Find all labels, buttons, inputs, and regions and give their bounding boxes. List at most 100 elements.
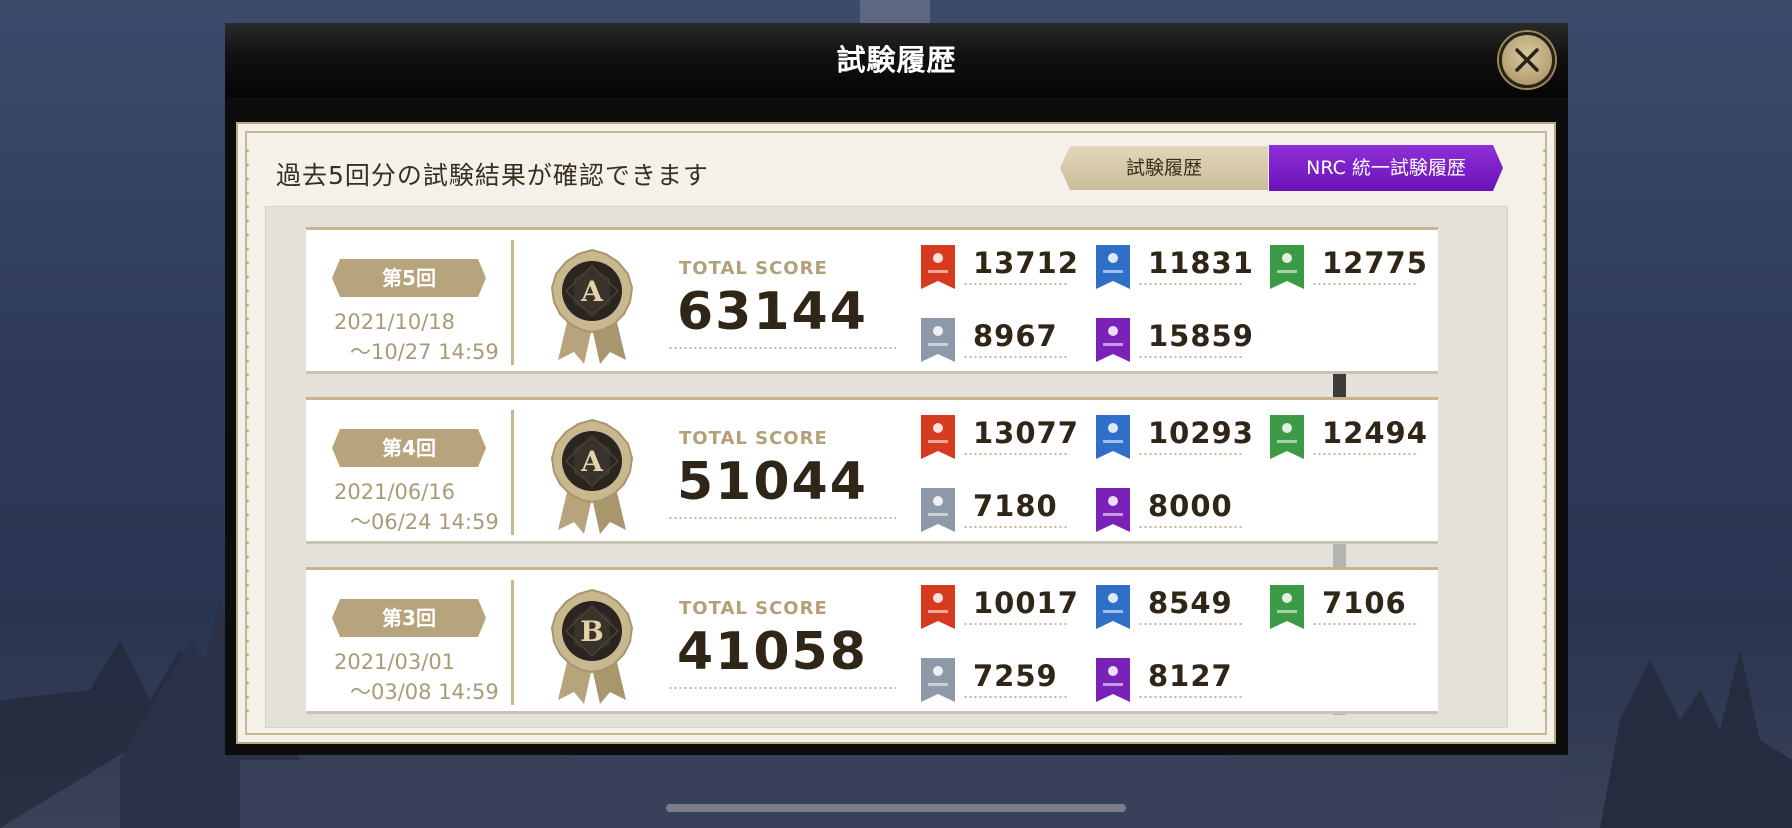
fire-test-flag-icon (921, 245, 955, 289)
subject-score-value: 12494 (1322, 416, 1428, 450)
exam-date-end: 〜06/24 14:59 (350, 510, 499, 534)
subject-score-value: 12775 (1322, 246, 1428, 280)
exam-date-start: 2021/06/16 (334, 480, 456, 504)
subject-score-value: 7106 (1322, 586, 1407, 620)
subject-score: 12494 (1270, 413, 1427, 459)
total-score-value: 41058 (677, 622, 868, 682)
total-score-value: 51044 (677, 452, 868, 512)
subject-score-underline (1138, 526, 1242, 528)
subject-score-value: 7180 (973, 489, 1058, 523)
round-badge: 第4回 (332, 429, 486, 467)
history-panel: 過去5回分の試験結果が確認できます 試験履歴 NRC 統一試験履歴 第5回 20… (236, 122, 1556, 744)
subject-score-underline (1312, 623, 1416, 625)
subject-score-value: 11831 (1148, 246, 1254, 280)
subject-score: 10017 (921, 583, 1078, 629)
water-test-flag-icon (1096, 245, 1130, 289)
grade-letter: A (580, 275, 604, 308)
tab-nrc-exam-history[interactable]: NRC 統一試験履歴 (1269, 145, 1503, 191)
subject-score: 12775 (1270, 243, 1427, 289)
close-icon (1515, 48, 1539, 72)
wood-test-flag-icon (1270, 415, 1304, 459)
subject-score: 15859 (1096, 316, 1253, 362)
subject-score-value: 13712 (973, 246, 1079, 280)
tab-exam-history[interactable]: 試験履歴 (1060, 146, 1268, 190)
round-badge: 第5回 (332, 259, 486, 297)
exam-date-end: 〜03/08 14:59 (350, 680, 499, 704)
round-badge: 第3回 (332, 599, 486, 637)
modal-body: 過去5回分の試験結果が確認できます 試験履歴 NRC 統一試験履歴 第5回 20… (225, 97, 1568, 755)
exam-history-modal: 試験履歴 過去5回分の試験結果が確認できます 試験履歴 NRC 統一試験履歴 第… (225, 23, 1568, 755)
exam-record-list[interactable]: 第5回 2021/10/18 〜10/27 14:59 A TOTAL SCOR… (265, 206, 1508, 728)
subject-score: 10293 (1096, 413, 1253, 459)
subject-score: 13077 (921, 413, 1078, 459)
subject-score-underline (1312, 283, 1416, 285)
subject-score-underline (1138, 453, 1242, 455)
subject-score-underline (963, 283, 1067, 285)
mystic-test-flag-icon (1096, 658, 1130, 702)
subject-score: 13712 (921, 243, 1078, 289)
modal-title: 試験履歴 (836, 43, 957, 77)
subject-score-value: 13077 (973, 416, 1079, 450)
dotted-border-right (1543, 144, 1546, 722)
subject-score: 7259 (921, 656, 1071, 702)
subject-score-value: 8549 (1148, 586, 1233, 620)
subject-score-value: 8000 (1148, 489, 1233, 523)
subject-score: 8127 (1096, 656, 1246, 702)
total-score-value: 63144 (677, 282, 868, 342)
grade-letter: B (580, 615, 604, 648)
wind-test-flag-icon (921, 658, 955, 702)
subject-score-value: 8967 (973, 319, 1058, 353)
mystic-test-flag-icon (1096, 488, 1130, 532)
total-score-underline (668, 517, 896, 519)
subject-score-value: 7259 (973, 659, 1058, 693)
total-score-underline (668, 687, 896, 689)
total-score-label: TOTAL SCORE (679, 598, 828, 619)
row-divider (511, 580, 514, 705)
fire-test-flag-icon (921, 585, 955, 629)
close-button[interactable] (1499, 32, 1555, 88)
total-score-label: TOTAL SCORE (679, 428, 828, 449)
subject-score-value: 10017 (973, 586, 1079, 620)
row-divider (511, 410, 514, 535)
mystic-test-flag-icon (1096, 318, 1130, 362)
exam-record-row[interactable]: 第5回 2021/10/18 〜10/27 14:59 A TOTAL SCOR… (306, 227, 1438, 374)
grade-medal-icon: A (550, 418, 634, 534)
dotted-border-left (246, 144, 249, 722)
subject-score: 8000 (1096, 486, 1246, 532)
subject-score-underline (963, 356, 1067, 358)
water-test-flag-icon (1096, 585, 1130, 629)
wood-test-flag-icon (1270, 585, 1304, 629)
wind-test-flag-icon (921, 488, 955, 532)
exam-date-start: 2021/03/01 (334, 650, 456, 674)
exam-record-row[interactable]: 第3回 2021/03/01 〜03/08 14:59 B TOTAL SCOR… (306, 567, 1438, 714)
panel-subtitle: 過去5回分の試験結果が確認できます (276, 161, 709, 190)
subject-score-underline (1138, 623, 1242, 625)
subject-score-value: 8127 (1148, 659, 1233, 693)
subject-score-value: 10293 (1148, 416, 1254, 450)
exam-date-end: 〜10/27 14:59 (350, 340, 499, 364)
subject-score-underline (963, 526, 1067, 528)
home-indicator[interactable] (666, 804, 1126, 812)
subject-score: 7106 (1270, 583, 1420, 629)
exam-record-row[interactable]: 第4回 2021/06/16 〜06/24 14:59 A TOTAL SCOR… (306, 397, 1438, 544)
exam-date-start: 2021/10/18 (334, 310, 456, 334)
grade-medal-icon: B (550, 588, 634, 704)
subject-score-underline (963, 696, 1067, 698)
wood-test-flag-icon (1270, 245, 1304, 289)
water-test-flag-icon (1096, 415, 1130, 459)
subject-score-underline (1138, 283, 1242, 285)
subject-score-underline (963, 453, 1067, 455)
wind-test-flag-icon (921, 318, 955, 362)
total-score-label: TOTAL SCORE (679, 258, 828, 279)
subject-score-value: 15859 (1148, 319, 1254, 353)
grade-letter: A (580, 445, 604, 478)
fire-test-flag-icon (921, 415, 955, 459)
total-score-underline (668, 347, 896, 349)
subject-score-underline (1138, 696, 1242, 698)
row-divider (511, 240, 514, 365)
subject-score: 8967 (921, 316, 1071, 362)
subject-score-underline (1138, 356, 1242, 358)
subject-score: 8549 (1096, 583, 1246, 629)
subject-score-underline (1312, 453, 1416, 455)
grade-medal-icon: A (550, 248, 634, 364)
